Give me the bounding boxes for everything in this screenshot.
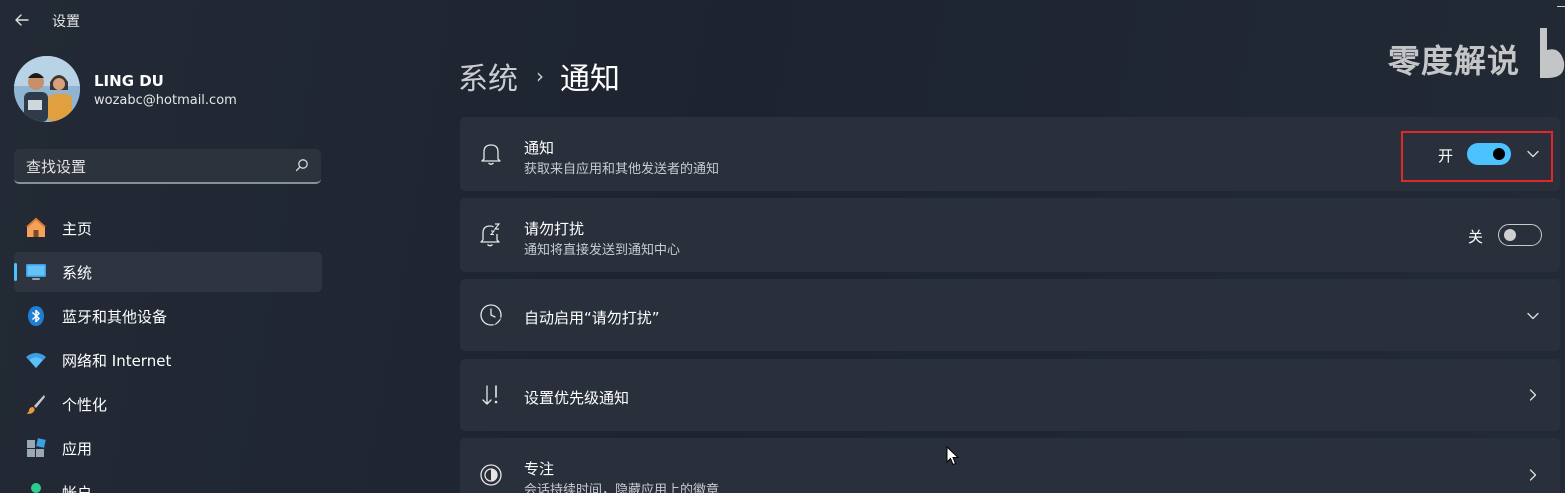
auto-dnd-card[interactable]: 自动启用“请勿打扰” <box>460 279 1560 351</box>
avatar[interactable] <box>14 56 80 122</box>
chevron-down-icon[interactable] <box>1525 308 1541 324</box>
user-name: LING DU <box>94 72 164 90</box>
back-arrow-icon <box>15 14 29 26</box>
clock-icon <box>478 302 504 328</box>
sidebar-item-label: 网络和 Internet <box>62 351 172 370</box>
sidebar-item-personalization[interactable]: 个性化 <box>14 384 322 424</box>
search-input[interactable] <box>24 154 278 180</box>
sidebar-item-network[interactable]: 网络和 Internet <box>14 340 322 380</box>
mouse-cursor-icon <box>946 446 960 466</box>
bluetooth-icon <box>24 304 48 328</box>
sidebar-item-label: 蓝牙和其他设备 <box>62 307 168 326</box>
avatar-photo <box>14 56 80 122</box>
toggle-knob <box>1504 229 1516 241</box>
title-bar: 设置 <box>0 0 1565 40</box>
breadcrumb: 系统 › 通知 <box>458 54 620 98</box>
chevron-right-icon[interactable] <box>1525 467 1541 483</box>
highlight-annotation <box>1401 131 1553 182</box>
sidebar-item-label: 应用 <box>62 439 93 458</box>
focus-card[interactable]: 专注 会话持续时间，隐藏应用上的徽章 <box>460 438 1560 493</box>
sidebar-nav: 主页 系统 蓝牙和其他设备 网络和 Internet 个性化 应用 帐户 <box>14 208 322 493</box>
sidebar-item-apps[interactable]: 应用 <box>14 428 322 468</box>
wifi-icon <box>24 348 48 372</box>
user-email: wozabc@hotmail.com <box>94 93 237 108</box>
card-title: 专注 <box>524 460 555 478</box>
bell-snooze-icon <box>478 222 504 248</box>
minimize-button[interactable] <box>1553 0 1565 12</box>
sidebar-item-label: 个性化 <box>62 395 108 414</box>
sidebar-item-home[interactable]: 主页 <box>14 208 322 248</box>
breadcrumb-parent[interactable]: 系统 <box>458 54 518 98</box>
card-title: 设置优先级通知 <box>524 389 630 407</box>
sidebar-item-label: 系统 <box>62 263 93 282</box>
settings-window: 设置 LING DU wozabc@hotmail.com 查找设置 主页 系统… <box>0 0 1565 493</box>
sidebar-item-accounts[interactable]: 帐户 <box>14 472 322 493</box>
notifications-card[interactable]: 通知 获取来自应用和其他发送者的通知 开 <box>460 117 1560 191</box>
priority-sort-icon <box>478 382 504 408</box>
back-button[interactable] <box>10 8 34 32</box>
watermark-logo-mark <box>1540 28 1565 78</box>
system-monitor-icon <box>24 260 48 284</box>
card-title: 请勿打扰 <box>524 220 585 238</box>
toggle-state-label: 关 <box>1468 228 1484 246</box>
apps-icon <box>24 436 48 460</box>
active-indicator <box>14 263 17 281</box>
card-subtitle: 通知将直接发送到通知中心 <box>524 243 681 258</box>
home-icon <box>24 216 48 240</box>
dnd-card[interactable]: 请勿打扰 通知将直接发送到通知中心 关 <box>460 198 1560 272</box>
watermark-logo: 零度解说 <box>1388 42 1521 80</box>
search-icon[interactable] <box>295 158 309 172</box>
chevron-right-icon[interactable] <box>1525 387 1541 403</box>
breadcrumb-separator: › <box>536 64 544 88</box>
sidebar-item-label: 帐户 <box>62 483 93 493</box>
card-subtitle: 获取来自应用和其他发送者的通知 <box>524 162 720 177</box>
card-title: 通知 <box>524 139 555 157</box>
account-icon <box>24 480 48 493</box>
card-title: 自动启用“请勿打扰” <box>524 309 660 327</box>
priority-card[interactable]: 设置优先级通知 <box>460 359 1560 431</box>
sidebar-item-bluetooth[interactable]: 蓝牙和其他设备 <box>14 296 322 336</box>
card-subtitle: 会话持续时间，隐藏应用上的徽章 <box>524 483 720 493</box>
paintbrush-icon <box>24 392 48 416</box>
app-title: 设置 <box>52 14 80 30</box>
focus-icon <box>478 462 504 488</box>
sidebar-item-label: 主页 <box>62 219 93 238</box>
bell-icon <box>478 141 504 167</box>
sidebar-item-system[interactable]: 系统 <box>14 252 322 292</box>
page-title: 通知 <box>560 62 620 97</box>
dnd-toggle[interactable] <box>1498 224 1542 246</box>
search-box[interactable] <box>14 149 321 184</box>
